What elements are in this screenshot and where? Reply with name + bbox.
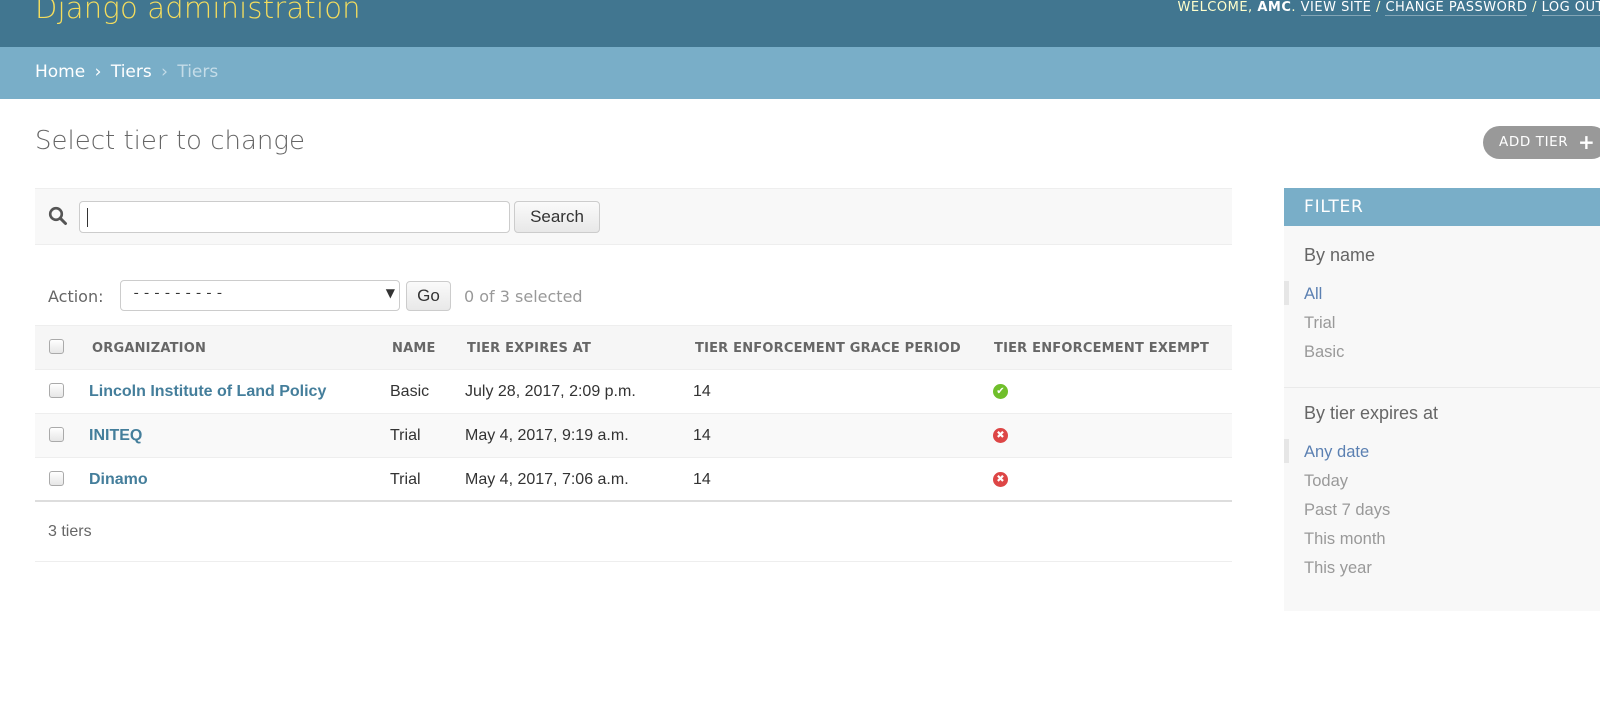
add-tier-button[interactable]: Add tier + xyxy=(1483,126,1600,159)
action-select-value: --------- xyxy=(132,286,226,302)
user-tools: Welcome, AMC. View site / Change passwor… xyxy=(1178,0,1600,16)
text-cursor xyxy=(87,208,88,227)
dropdown-arrow-icon: ▼ xyxy=(385,286,395,300)
actions-bar: Action: --------- ▼ Go 0 of 3 selected xyxy=(35,278,1232,318)
organization-link[interactable]: Lincoln Institute of Land Policy xyxy=(89,383,326,401)
table-row: INITEQ Trial May 4, 2017, 9:19 a.m. 14 ✖ xyxy=(35,414,1232,458)
row-checkbox[interactable] xyxy=(49,427,64,442)
search-input[interactable] xyxy=(79,201,510,233)
filter-option-this-month[interactable]: This month xyxy=(1304,530,1386,549)
tier-name: Trial xyxy=(390,427,421,444)
search-button[interactable]: Search xyxy=(514,201,600,233)
check-icon: ✔ xyxy=(993,384,1008,399)
filter-option-basic[interactable]: Basic xyxy=(1304,343,1344,362)
filter-option-today[interactable]: Today xyxy=(1304,472,1348,491)
search-icon xyxy=(48,206,67,225)
filter-title-by-name: By name xyxy=(1304,245,1376,265)
grace-period: 14 xyxy=(693,383,711,400)
site-branding[interactable]: Django administration xyxy=(35,0,361,25)
add-tier-label: Add tier xyxy=(1499,134,1569,150)
table-header: Organization Name Tier expires at Tier e… xyxy=(35,325,1232,370)
filter-option-all[interactable]: All xyxy=(1304,285,1322,304)
results-table: Organization Name Tier expires at Tier e… xyxy=(35,325,1232,502)
selection-count: 0 of 3 selected xyxy=(464,287,583,306)
cross-icon: ✖ xyxy=(993,428,1008,443)
page-title: Select tier to change xyxy=(35,126,305,156)
select-all-checkbox[interactable] xyxy=(49,339,64,354)
breadcrumb: Home › Tiers › Tiers xyxy=(0,47,1600,99)
organization-link[interactable]: INITEQ xyxy=(89,427,142,445)
view-site-link[interactable]: View site xyxy=(1300,0,1372,16)
search-toolbar: Search xyxy=(35,188,1232,245)
row-checkbox[interactable] xyxy=(49,471,64,486)
filter-title-by-tier-expires: By tier expires at xyxy=(1304,403,1439,423)
organization-link[interactable]: Dinamo xyxy=(89,471,148,489)
filter-option-any-date[interactable]: Any date xyxy=(1304,443,1369,462)
breadcrumb-app[interactable]: Tiers xyxy=(111,62,152,82)
tier-name: Basic xyxy=(390,383,430,400)
change-password-link[interactable]: Change password xyxy=(1385,0,1528,16)
username: AMC xyxy=(1257,0,1292,15)
filter-option-past-7-days[interactable]: Past 7 days xyxy=(1304,501,1390,520)
tier-expires-at: May 4, 2017, 7:06 a.m. xyxy=(465,471,629,488)
separator: / xyxy=(1532,0,1537,15)
tier-expires-at: May 4, 2017, 9:19 a.m. xyxy=(465,427,629,444)
separator: / xyxy=(1375,0,1381,15)
grace-period: 14 xyxy=(693,471,711,488)
filter-option-trial[interactable]: Trial xyxy=(1304,314,1335,333)
action-select[interactable]: --------- ▼ xyxy=(120,280,400,311)
column-header-exempt[interactable]: Tier enforcement exempt xyxy=(994,341,1209,356)
filter-option-this-year[interactable]: This year xyxy=(1304,559,1372,578)
column-header-organization[interactable]: Organization xyxy=(92,341,206,356)
breadcrumb-separator: › xyxy=(94,62,102,82)
filter-heading-label: Filter xyxy=(1304,197,1364,217)
grace-period: 14 xyxy=(693,427,711,444)
filter-divider xyxy=(1284,387,1600,388)
plus-icon: + xyxy=(1578,130,1596,154)
cross-icon: ✖ xyxy=(993,472,1008,487)
table-row: Dinamo Trial May 4, 2017, 7:06 a.m. 14 ✖ xyxy=(35,458,1232,502)
table-row: Lincoln Institute of Land Policy Basic J… xyxy=(35,370,1232,414)
log-out-link[interactable]: Log out xyxy=(1541,0,1600,16)
column-header-grace-period[interactable]: Tier enforcement grace period xyxy=(695,341,961,356)
breadcrumb-separator: › xyxy=(161,62,168,82)
tier-expires-at: July 28, 2017, 2:09 p.m. xyxy=(465,383,636,400)
action-label: Action: xyxy=(48,287,104,306)
filter-sidebar: Filter By name All Trial Basic By tier e… xyxy=(1284,188,1600,611)
go-button[interactable]: Go xyxy=(406,281,451,311)
selected-marker xyxy=(1284,439,1289,463)
column-header-name[interactable]: Name xyxy=(392,341,436,356)
breadcrumb-home[interactable]: Home xyxy=(35,62,85,82)
tier-name: Trial xyxy=(390,471,421,488)
header: Django administration Welcome, AMC. View… xyxy=(0,0,1600,47)
welcome-text: Welcome, xyxy=(1177,0,1253,15)
column-header-tier-expires-at[interactable]: Tier expires at xyxy=(467,341,591,356)
selected-marker xyxy=(1284,281,1289,305)
paginator: 3 tiers xyxy=(35,505,1232,562)
breadcrumb-current: Tiers xyxy=(177,62,219,82)
row-checkbox[interactable] xyxy=(49,383,64,398)
filter-heading: Filter xyxy=(1284,188,1600,226)
result-count: 3 tiers xyxy=(48,523,92,540)
